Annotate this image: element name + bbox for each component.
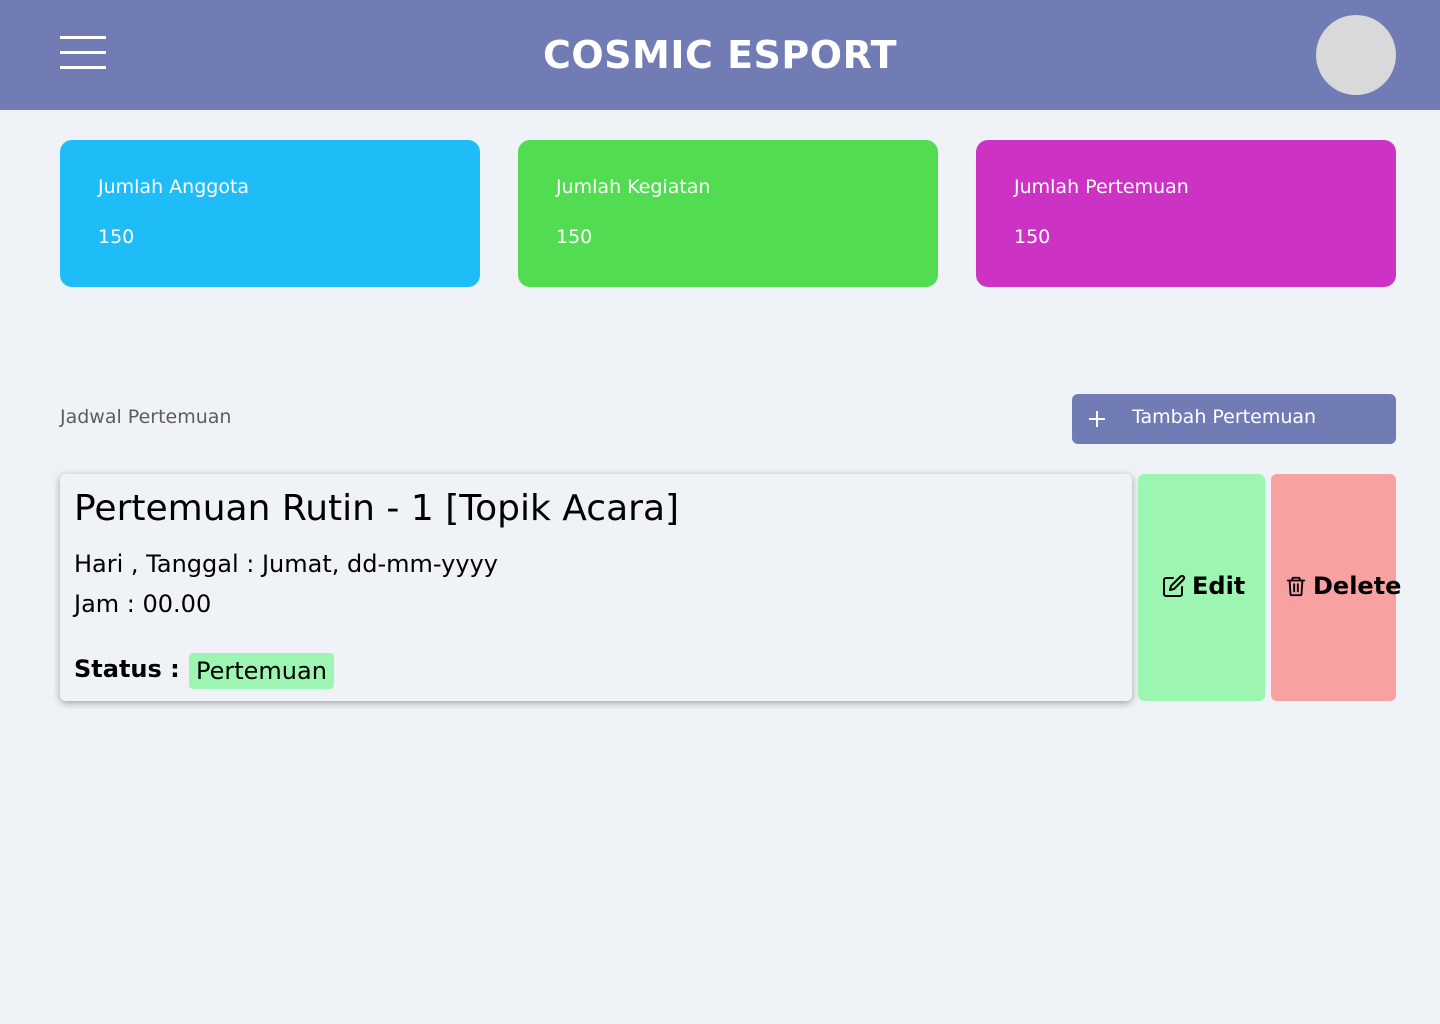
delete-button[interactable]: Delete: [1271, 474, 1401, 701]
add-meeting-button[interactable]: Tambah Pertemuan: [1072, 394, 1396, 444]
edit-button[interactable]: Edit: [1138, 474, 1265, 701]
meeting-time: Jam : 00.00: [74, 590, 212, 618]
meeting-title: Pertemuan Rutin - 1 [Topik Acara]: [74, 488, 680, 529]
edit-icon: [1163, 574, 1186, 597]
user-avatar[interactable]: [1316, 15, 1396, 95]
stat-card-anggota: Jumlah Anggota 150: [60, 140, 480, 287]
app-title: COSMIC ESPORT: [542, 33, 898, 77]
stat-value: 150: [1014, 226, 1051, 248]
stat-label: Jumlah Anggota: [98, 176, 250, 198]
app-header: COSMIC ESPORT: [0, 0, 1440, 110]
trash-icon: [1286, 576, 1306, 597]
delete-label: Delete: [1313, 572, 1402, 600]
status-label: Status :: [74, 655, 180, 683]
status-badge: Pertemuan: [189, 653, 334, 689]
edit-label: Edit: [1192, 572, 1246, 600]
stat-value: 150: [556, 226, 593, 248]
stat-label: Jumlah Kegiatan: [556, 176, 711, 198]
section-title: Jadwal Pertemuan: [60, 406, 232, 428]
stat-label: Jumlah Pertemuan: [1014, 176, 1189, 198]
add-meeting-label: Tambah Pertemuan: [1132, 406, 1317, 428]
meeting-date: Hari , Tanggal : Jumat, dd-mm-yyyy: [74, 550, 498, 578]
stat-card-kegiatan: Jumlah Kegiatan 150: [518, 140, 938, 287]
stat-card-pertemuan: Jumlah Pertemuan 150: [976, 140, 1396, 287]
stat-value: 150: [98, 226, 135, 248]
meeting-card: Pertemuan Rutin - 1 [Topik Acara] Hari ,…: [60, 474, 1132, 701]
plus-icon: [1089, 411, 1105, 427]
